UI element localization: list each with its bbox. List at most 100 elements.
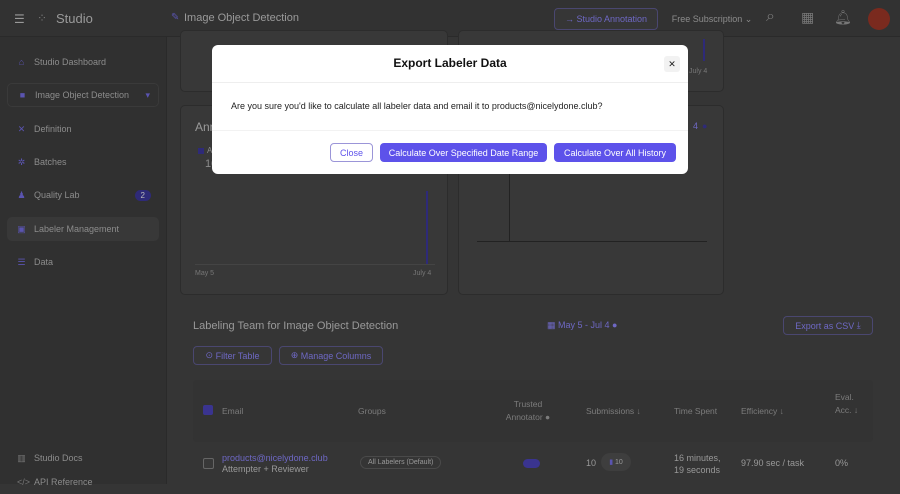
labeler-email[interactable]: products@nicelydone.club [222, 453, 328, 463]
calculate-date-range-button[interactable]: Calculate Over Specified Date Range [380, 143, 547, 162]
manage-columns-button[interactable]: ⊕ Manage Columns [279, 346, 383, 365]
sidebar-item-label: API Reference [34, 477, 93, 487]
section-title: Labeling Team for Image Object Detection [193, 320, 399, 332]
file-icon: ▮ [609, 459, 614, 466]
column-header-efficiency[interactable]: Efficiency ↓ [741, 406, 784, 416]
info-icon[interactable]: ● [702, 121, 707, 131]
export-label: Export as CSV [795, 320, 855, 331]
pencil-icon: ✎ [171, 12, 180, 23]
column-header-eval[interactable]: Eval. Acc. ↓ [835, 391, 859, 417]
project-title[interactable]: Image Object Detection [184, 12, 299, 24]
sidebar-item-label: Studio Dashboard [34, 57, 107, 67]
sidebar-item-api-reference[interactable]: </> API Reference [7, 470, 159, 494]
labeler-role: Attempter + Reviewer [222, 464, 309, 474]
modal-message: Are you sure you'd like to calculate all… [231, 101, 603, 111]
group-tag: All Labelers (Default) [360, 456, 442, 469]
table-row: products@nicelydone.club Attempter + Rev… [193, 445, 873, 484]
sidebar-item-studio-docs[interactable]: ▥ Studio Docs [7, 446, 159, 470]
info-icon: ● [545, 412, 551, 422]
id-card-icon: ▣ [17, 223, 26, 234]
column-header-groups[interactable]: Groups [358, 406, 386, 416]
column-header-submissions[interactable]: Submissions ↓ [586, 406, 641, 416]
subscription-dropdown[interactable]: Free Subscription ⌄ [667, 8, 757, 30]
sidebar-item-quality-lab[interactable]: ♟ Quality Lab 2 [7, 183, 159, 207]
menu-icon[interactable]: ☰ [14, 12, 25, 26]
studio-annotation-button[interactable]: → Studio Annotation [554, 8, 658, 30]
columns-icon: ⊕ [290, 350, 301, 360]
top-header: ☰ ⁘ Studio ✎ Image Object Detection → St… [0, 0, 900, 37]
submissions-count: 10 [586, 458, 597, 468]
tools-icon: ✕ [17, 123, 26, 134]
table-header: Email Groups Trusted Annotator ● Submiss… [193, 380, 873, 442]
close-button[interactable]: Close [330, 143, 373, 162]
grid-icon[interactable]: ▦ [801, 9, 814, 26]
export-labeler-data-modal: Export Labeler Data ✕ Are you sure you'd… [212, 45, 688, 174]
sidebar-item-project[interactable]: ■ Image Object Detection ▾ [7, 83, 159, 107]
run-icon: ✲ [17, 156, 26, 167]
close-icon[interactable]: ✕ [664, 56, 680, 72]
home-icon: ⌂ [18, 56, 25, 67]
sidebar-item-label: Labeler Management [34, 224, 120, 234]
sidebar-item-label: Data [34, 257, 54, 267]
eval-accuracy: 0% [835, 458, 849, 468]
trusted-toggle[interactable] [523, 459, 540, 468]
filter-table-button[interactable]: ⊙ Filter Table [193, 346, 272, 365]
database-icon: ☰ [17, 256, 26, 267]
column-header-trusted[interactable]: Trusted Annotator ● [498, 398, 558, 424]
efficiency-label: Efficiency [741, 406, 778, 416]
studio-annotation-label: Studio Annotation [576, 14, 648, 24]
x-tick-label: July 4 [689, 68, 708, 75]
sidebar-item-label: Quality Lab [34, 190, 80, 200]
legend-swatch [198, 148, 204, 154]
code-icon: </> [17, 476, 31, 487]
studio-logo-icon: ⁘ [37, 11, 48, 25]
quality-lab-badge: 2 [134, 189, 151, 201]
eval-label: Eval. Acc. [835, 392, 854, 415]
book-icon: ▥ [17, 452, 26, 463]
avatar[interactable] [868, 8, 890, 30]
sidebar: ⌂ Studio Dashboard ■ Image Object Detectio… [0, 37, 167, 487]
app-name[interactable]: Studio [56, 11, 93, 26]
subscription-label: Free Subscription [671, 14, 743, 24]
export-csv-button[interactable]: Export as CSV ⤓ [783, 316, 873, 335]
search-icon[interactable]: ⌕ [766, 8, 775, 26]
sidebar-item-label: Batches [34, 157, 67, 167]
divider [212, 130, 688, 131]
divider [212, 82, 688, 83]
chart-bar [703, 39, 705, 61]
sidebar-item-batches[interactable]: ✲ Batches [7, 150, 159, 174]
sidebar-item-label: Studio Docs [34, 453, 83, 463]
x-tick-label: May 5 [195, 270, 215, 277]
trusted-label: Trusted Annotator [505, 399, 543, 422]
bell-icon[interactable]: 🔔︎ [834, 9, 852, 26]
sidebar-item-label: Image Object Detection [35, 90, 130, 100]
filter-label: Filter Table [215, 350, 260, 361]
row-checkbox[interactable] [203, 458, 214, 469]
y-axis [509, 166, 510, 241]
date-range-filter[interactable]: ▦ May 5 - Jul 4 ● [547, 320, 617, 331]
submissions-label: Submissions [586, 406, 635, 416]
date-range-label: May 5 - Jul 4 [558, 320, 610, 330]
modal-title: Export Labeler Data [393, 56, 507, 70]
chart-bar [426, 191, 428, 264]
flask-icon: ♟ [17, 189, 26, 200]
sidebar-item-label: Definition [34, 124, 72, 134]
submissions-badge-label: 10 [615, 458, 623, 466]
sidebar-item-studio-dashboard[interactable]: ⌂ Studio Dashboard [7, 50, 159, 74]
arrow-right-icon: → [564, 14, 577, 24]
calculate-all-history-button[interactable]: Calculate Over All History [554, 143, 676, 162]
sidebar-item-data[interactable]: ☰ Data [7, 250, 159, 274]
download-icon: ⤓ [856, 320, 861, 330]
column-header-time[interactable]: Time Spent [674, 406, 717, 416]
date-range: 4 [693, 121, 699, 131]
filter-icon: ⊙ [205, 350, 216, 360]
column-header-email[interactable]: Email [222, 406, 243, 416]
manage-label: Manage Columns [300, 350, 372, 361]
sidebar-item-definition[interactable]: ✕ Definition [7, 117, 159, 141]
select-all-checkbox[interactable] [203, 405, 213, 415]
submissions-badge[interactable]: ▮ 10 [601, 453, 631, 471]
x-axis [477, 241, 707, 242]
x-tick-label: July 4 [413, 270, 432, 277]
sidebar-item-labeler-management[interactable]: ▣ Labeler Management [7, 217, 159, 241]
time-spent: 16 minutes, 19 seconds [674, 453, 721, 475]
